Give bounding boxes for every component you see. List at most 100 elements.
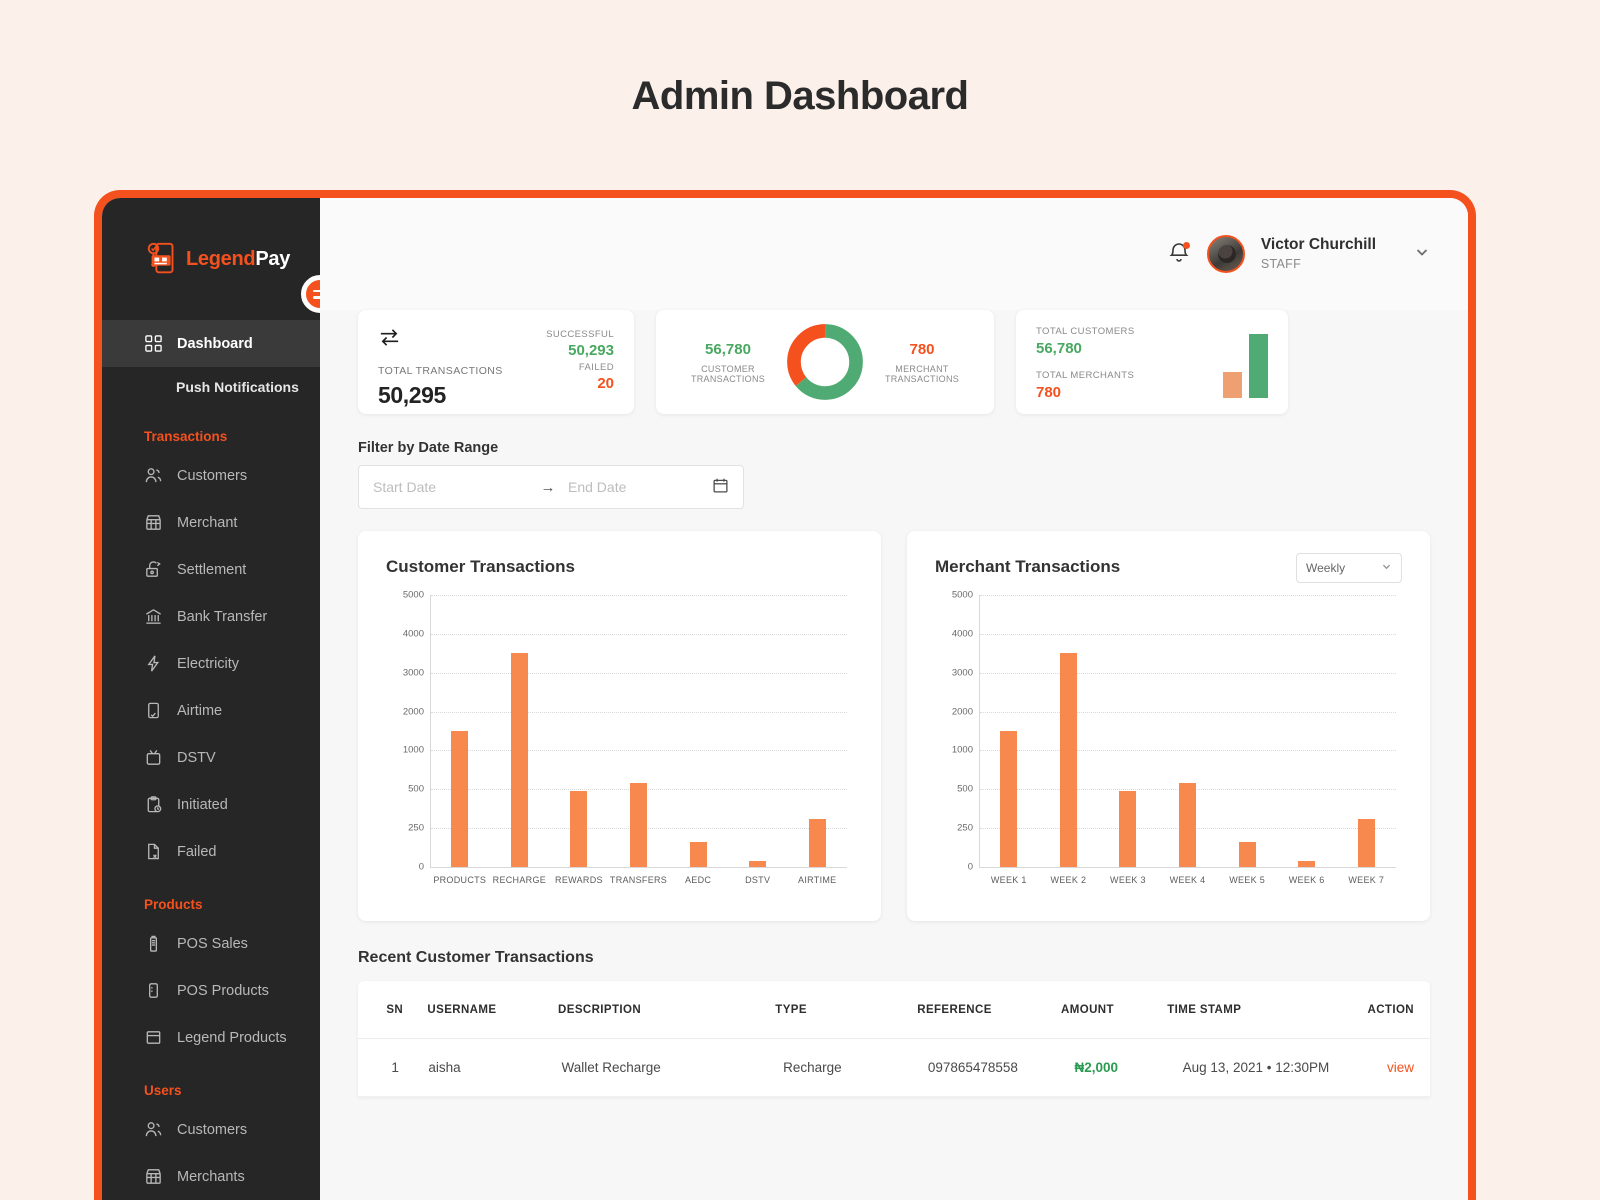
bar-column (490, 595, 550, 867)
sidebar-item-merchant[interactable]: Merchant (102, 499, 320, 546)
totals-mini-bar-chart (1223, 326, 1268, 398)
bar[interactable] (1298, 860, 1316, 867)
bar-column (609, 595, 669, 867)
bar[interactable] (1238, 842, 1256, 867)
sidebar-item-label: Customers (177, 1121, 248, 1138)
sidebar-item-pos-sales[interactable]: POS Sales (102, 920, 320, 967)
x-axis-tick: WEEK 3 (1110, 875, 1146, 885)
bar[interactable] (1000, 731, 1018, 867)
sidebar-item-legend-products[interactable]: Legend Products (102, 1014, 320, 1061)
bar[interactable] (808, 818, 826, 867)
y-axis-tick: 5000 (402, 589, 424, 601)
sidebar-item-dashboard[interactable]: Dashboard (102, 320, 320, 367)
bolt-icon (144, 654, 163, 673)
y-axis-tick: 1000 (951, 744, 973, 756)
customer-transactions-chart-card: Customer Transactions 0 250 500 1000 2000 300… (358, 531, 881, 921)
bell-icon (1167, 243, 1191, 269)
total-customers-value: 56,780 (1036, 340, 1082, 357)
sidebar-item-bank-transfer[interactable]: Bank Transfer (102, 593, 320, 640)
chart-title: Customer Transactions (386, 557, 575, 576)
bar[interactable] (749, 860, 767, 867)
start-date-input[interactable]: Start Date (373, 479, 528, 495)
pos-products-icon (144, 981, 163, 1000)
bar[interactable] (1059, 653, 1077, 867)
charts-row: Customer Transactions 0 250 500 1000 2000 300… (358, 531, 1430, 921)
table-header-cell: DESCRIPTION (558, 1003, 642, 1016)
y-axis-tick: 5000 (951, 589, 973, 601)
bar[interactable] (1119, 790, 1137, 867)
view-link[interactable]: view (1381, 1060, 1420, 1075)
bar[interactable] (1357, 818, 1375, 867)
date-range-arrow-icon: → (540, 478, 556, 496)
bars-container (979, 595, 1396, 867)
users-icon (144, 1120, 163, 1139)
bar[interactable] (451, 731, 469, 867)
bar[interactable] (689, 842, 707, 867)
sidebar-item-initiated[interactable]: Initiated (102, 781, 320, 828)
end-date-input[interactable]: End Date (568, 479, 712, 495)
user-info[interactable]: Victor Churchill STAFF (1261, 235, 1376, 273)
sidebar-item-customers[interactable]: Customers (102, 452, 320, 499)
x-axis-tick: WEEK 4 (1169, 875, 1206, 885)
sidebar-subitem-label: Push Notifications (176, 379, 299, 395)
sidebar-item-label: Merchants (177, 1168, 245, 1185)
sidebar-item-dstv[interactable]: DSTV (102, 734, 320, 781)
avatar[interactable] (1206, 235, 1245, 273)
user-menu-chevron-down-icon[interactable] (1414, 244, 1430, 265)
table-row[interactable]: 1 aisha Wallet Recharge Recharge 09786547855… (358, 1039, 1430, 1097)
airtime-icon (144, 701, 163, 720)
y-axis-tick: 250 (408, 822, 424, 834)
sidebar-item-push-notifications[interactable]: Push Notifications (102, 367, 320, 407)
bar[interactable] (1179, 783, 1197, 867)
legendpay-logo-icon (144, 240, 182, 278)
bar[interactable] (630, 783, 648, 867)
merchant-transactions-value: 780 (909, 340, 935, 358)
sidebar-item-pos-products[interactable]: POS Products (102, 967, 320, 1014)
y-axis-tick: 1000 (402, 744, 424, 756)
y-axis: 0 250 500 1000 2000 3000 4000 5000 (935, 590, 979, 873)
bar[interactable] (570, 790, 588, 867)
recent-transactions-title: Recent Customer Transactions (358, 949, 594, 966)
table-header-cell: AMOUNT (1061, 1003, 1114, 1016)
sidebar-item-label: Merchant (177, 514, 238, 531)
bar[interactable] (510, 653, 528, 867)
notification-bell-button[interactable] (1167, 241, 1191, 267)
y-axis-tick: 4000 (951, 628, 973, 640)
y-axis-tick: 3000 (951, 667, 973, 679)
table-header-cell: TYPE (775, 1003, 807, 1016)
sidebar-item-airtime[interactable]: Airtime (102, 687, 320, 734)
cell-timestamp: Aug 13, 2021 • 12:30PM (1182, 1060, 1330, 1075)
period-select[interactable]: Weekly (1296, 553, 1402, 583)
sidebar-item-electricity[interactable]: Electricity (102, 640, 320, 687)
total-transactions-label: TOTAL TRANSACTIONS (378, 365, 503, 377)
users-icon (144, 466, 163, 485)
sidebar-item-users-merchants[interactable]: Merchants (102, 1153, 320, 1200)
bar-column (1158, 595, 1218, 867)
customer-transactions-stat: 56,780 CUSTOMER TRANSACTIONS (676, 341, 780, 384)
logo-text-legend: Legend (186, 247, 256, 270)
sidebar-item-label: Failed (177, 843, 217, 860)
sidebar-item-users-customers[interactable]: Customers (102, 1106, 320, 1153)
calendar-icon[interactable] (712, 477, 729, 497)
period-select-value: Weekly (1306, 561, 1346, 575)
x-axis-tick: DSTV (745, 875, 771, 885)
cell-username: aisha (428, 1060, 461, 1075)
date-range-picker[interactable]: Start Date → End Date (358, 465, 744, 509)
x-axis-tick: WEEK 1 (990, 875, 1027, 885)
sidebar-item-label: Airtime (177, 702, 223, 719)
x-axis-tick: WEEK 6 (1288, 875, 1325, 885)
brand-logo[interactable]: LegendPay (102, 198, 320, 320)
filter-by-date-range-label: Filter by Date Range (358, 440, 499, 456)
cell-sn: 1 (391, 1060, 399, 1075)
stat-cards: TOTAL TRANSACTIONS 50,295 SUCCESSFUL 50,… (358, 310, 1430, 414)
app-window: LegendPay Dashboard Push Notifications T… (94, 190, 1476, 1200)
sidebar-item-failed[interactable]: Failed (102, 828, 320, 875)
x-axis-tick: WEEK 2 (1050, 875, 1087, 885)
table-header-cell: REFERENCE (917, 1003, 992, 1016)
file-x-icon (144, 842, 163, 861)
y-axis: 0 250 500 1000 2000 3000 4000 5000 (386, 590, 430, 873)
logo-text-pay: Pay (255, 247, 291, 270)
sidebar-item-settlement[interactable]: Settlement (102, 546, 320, 593)
toggle-line-bottom (312, 296, 320, 299)
y-axis-tick: 500 (408, 783, 424, 795)
